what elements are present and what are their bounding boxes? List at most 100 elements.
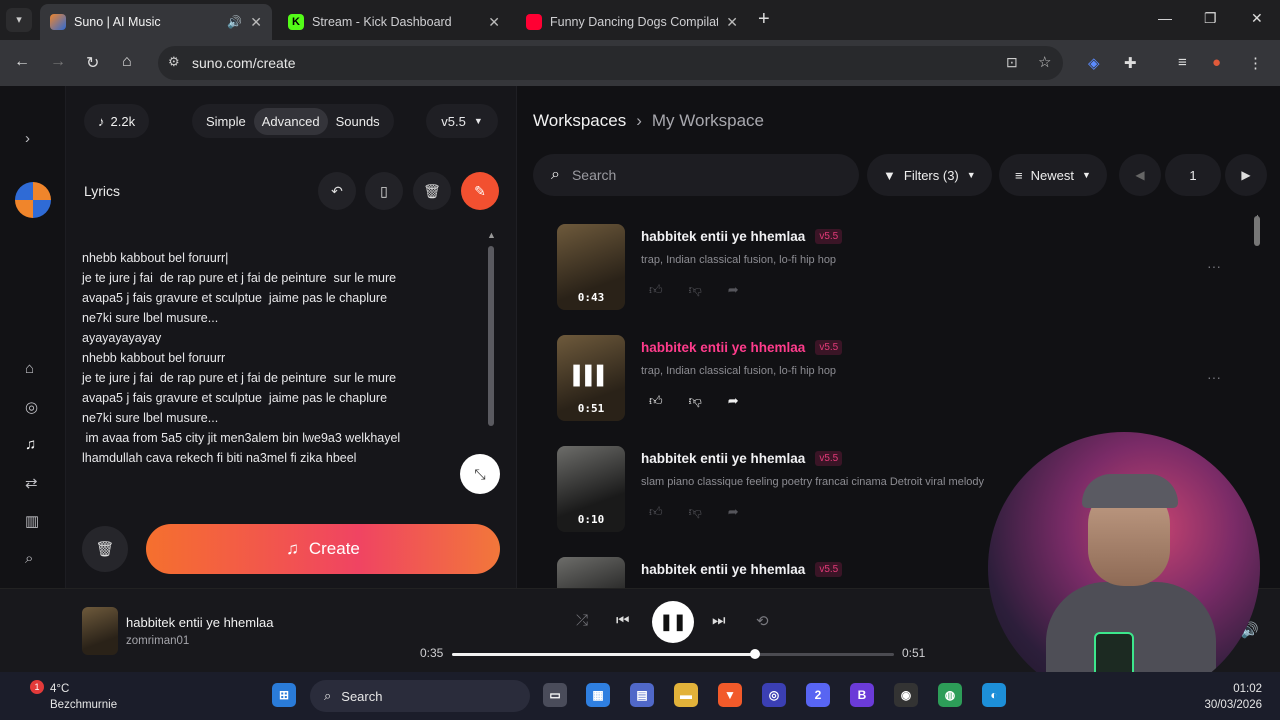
mode-sounds[interactable]: Sounds	[328, 108, 388, 135]
song-title[interactable]: habbitek entii ye hhemlaa v5.5	[641, 340, 843, 355]
share-icon[interactable]: ➦	[728, 282, 739, 298]
breadcrumb-workspaces[interactable]: Workspaces	[533, 111, 626, 131]
song-cover[interactable]: ▌▌▌ 0:51	[557, 335, 625, 421]
tab-kick[interactable]: K Stream - Kick Dashboard ✕	[278, 4, 510, 40]
taskbar-search[interactable]: ⌕ Search	[310, 680, 530, 712]
url-field[interactable]: ⚙ suno.com/create ⊡ ☆	[158, 46, 1063, 80]
speaker-icon[interactable]: 🔊	[227, 15, 242, 29]
share-icon[interactable]: ➦	[728, 504, 739, 520]
extension-shield-icon[interactable]: ◈	[1088, 54, 1100, 72]
close-tab-icon[interactable]: ✕	[726, 14, 738, 31]
song-cover[interactable]: 0:43	[557, 224, 625, 310]
discord-icon[interactable]: 2	[806, 683, 830, 707]
progress-slider[interactable]	[452, 649, 894, 659]
minimize-button[interactable]: —	[1158, 10, 1172, 26]
now-playing-title[interactable]: habbitek entii ye hhemlaa	[126, 615, 273, 630]
lyrics-textarea[interactable]: nhebb kabbout bel foruurr| je te jure j …	[82, 248, 482, 468]
prev-page-button[interactable]: ◀	[1119, 154, 1161, 196]
scroll-up-icon[interactable]: ▲	[487, 230, 496, 240]
brave-icon[interactable]: ▼	[718, 683, 742, 707]
install-app-icon[interactable]: ⊡	[1006, 54, 1018, 71]
explore-icon[interactable]: ◎	[25, 398, 38, 416]
song-title[interactable]: habbitek entii ye hhemlaa v5.5	[641, 451, 843, 466]
bookmark-star-icon[interactable]: ☆	[1038, 53, 1051, 71]
media-control-icon[interactable]: ≡	[1178, 54, 1187, 71]
previous-icon[interactable]: ⏮	[616, 612, 630, 629]
progress-knob[interactable]	[750, 649, 761, 659]
new-tab-button[interactable]: +	[758, 8, 770, 31]
lyrics-scrollbar[interactable]: ▲	[487, 230, 496, 426]
shuffle-icon[interactable]: ⤮	[576, 612, 588, 629]
reset-button[interactable]: 🗑	[82, 526, 128, 572]
browser-menu-icon[interactable]: ⋮	[1248, 54, 1263, 72]
sort-button[interactable]: ≡ Newest ▼	[999, 154, 1107, 196]
close-tab-icon[interactable]: ✕	[488, 14, 500, 31]
home-icon[interactable]: ⌂	[25, 360, 34, 377]
save-lyrics-button[interactable]: ▯	[365, 172, 403, 210]
close-window-button[interactable]: ✕	[1251, 10, 1263, 27]
reload-icon[interactable]: ↻	[86, 53, 99, 73]
tab-youtube[interactable]: Funny Dancing Dogs Compilati ✕	[516, 4, 748, 40]
tab-search-button[interactable]: ▾	[6, 8, 32, 32]
forward-icon[interactable]: →	[50, 53, 66, 71]
windows-start-icon[interactable]: ⊞	[272, 683, 296, 707]
widgets-icon[interactable]: ▦	[586, 683, 610, 707]
edge-icon[interactable]: ◐	[982, 683, 1006, 707]
thumbs-up-icon[interactable]: 👍︎	[649, 282, 663, 298]
magic-lyrics-button[interactable]: ✎	[461, 172, 499, 210]
thumbs-down-icon[interactable]: 👎︎	[689, 282, 702, 298]
clear-lyrics-button[interactable]: 🗑	[413, 172, 451, 210]
now-playing-cover[interactable]	[82, 607, 118, 655]
expand-sidebar-icon[interactable]: ›	[25, 130, 30, 147]
search-icon[interactable]: ⌕	[25, 550, 33, 567]
thumbs-up-icon[interactable]: 👍︎	[649, 504, 663, 520]
mode-advanced[interactable]: Advanced	[253, 107, 328, 135]
thumbs-up-icon[interactable]: 👍︎	[649, 393, 663, 409]
suno-logo[interactable]	[15, 182, 51, 218]
system-clock[interactable]: 01:02 30/03/2026	[1200, 681, 1262, 713]
song-cover[interactable]	[557, 557, 625, 588]
task-view-icon[interactable]: ▭	[543, 683, 567, 707]
pause-button[interactable]: ❚❚	[652, 601, 694, 643]
close-tab-icon[interactable]: ✕	[250, 14, 262, 31]
next-page-button[interactable]: ▶	[1225, 154, 1267, 196]
page-number[interactable]: 1	[1165, 154, 1221, 196]
filters-button[interactable]: ▼ Filters (3) ▼	[867, 154, 992, 196]
now-playing-artist[interactable]: zomriman01	[126, 635, 189, 647]
create-button[interactable]: ♫ Create	[146, 524, 500, 574]
chrome-icon[interactable]: ◍	[938, 683, 962, 707]
back-icon[interactable]: ←	[14, 53, 30, 71]
more-options-icon[interactable]: ···	[1207, 369, 1221, 385]
file-explorer-icon[interactable]: ▬	[674, 683, 698, 707]
song-cover[interactable]: 0:10	[557, 446, 625, 532]
obs-icon[interactable]: ◉	[894, 683, 918, 707]
extensions-icon[interactable]: ✚	[1124, 54, 1137, 72]
song-row[interactable]: ▌▌▌ 0:51 habbitek entii ye hhemlaa v5.5 …	[557, 335, 1247, 425]
song-title[interactable]: habbitek entii ye hhemlaa v5.5	[641, 229, 843, 244]
expand-lyrics-button[interactable]: ⤡	[460, 454, 500, 494]
thumbs-down-icon[interactable]: 👎︎	[689, 504, 702, 520]
credits-badge[interactable]: ♪ 2.2k	[84, 104, 150, 138]
model-version-select[interactable]: v5.5 ▼	[426, 104, 498, 138]
list-scrollbar[interactable]	[1254, 216, 1260, 246]
create-icon[interactable]: ♫	[25, 436, 36, 453]
song-row[interactable]: 0:43 habbitek entii ye hhemlaa v5.5 trap…	[557, 224, 1247, 314]
maximize-button[interactable]: ❐	[1204, 10, 1217, 27]
scroll-thumb[interactable]	[488, 246, 494, 426]
next-icon[interactable]: ⏭	[712, 612, 726, 629]
library-icon[interactable]: ▥	[25, 512, 39, 530]
tab-suno[interactable]: Suno | AI Music 🔊 ✕	[40, 4, 272, 40]
search-input[interactable]: ⌕ Search	[533, 154, 859, 196]
home-icon[interactable]: ⌂	[122, 53, 132, 71]
thumbs-down-icon[interactable]: 👎︎	[689, 393, 702, 409]
song-title[interactable]: habbitek entii ye hhemlaa v5.5	[641, 562, 843, 577]
bitwarden-icon[interactable]: B	[850, 683, 874, 707]
more-options-icon[interactable]: ···	[1207, 258, 1221, 274]
site-info-icon[interactable]: ⚙	[168, 54, 180, 70]
studio-icon[interactable]: ⇄	[25, 474, 38, 492]
store-icon[interactable]: ▤	[630, 683, 654, 707]
repeat-icon[interactable]: ⟲	[756, 612, 769, 630]
profile-avatar[interactable]: ●	[1212, 54, 1221, 71]
app-icon[interactable]: ◎	[762, 683, 786, 707]
share-icon[interactable]: ➦	[728, 393, 739, 409]
